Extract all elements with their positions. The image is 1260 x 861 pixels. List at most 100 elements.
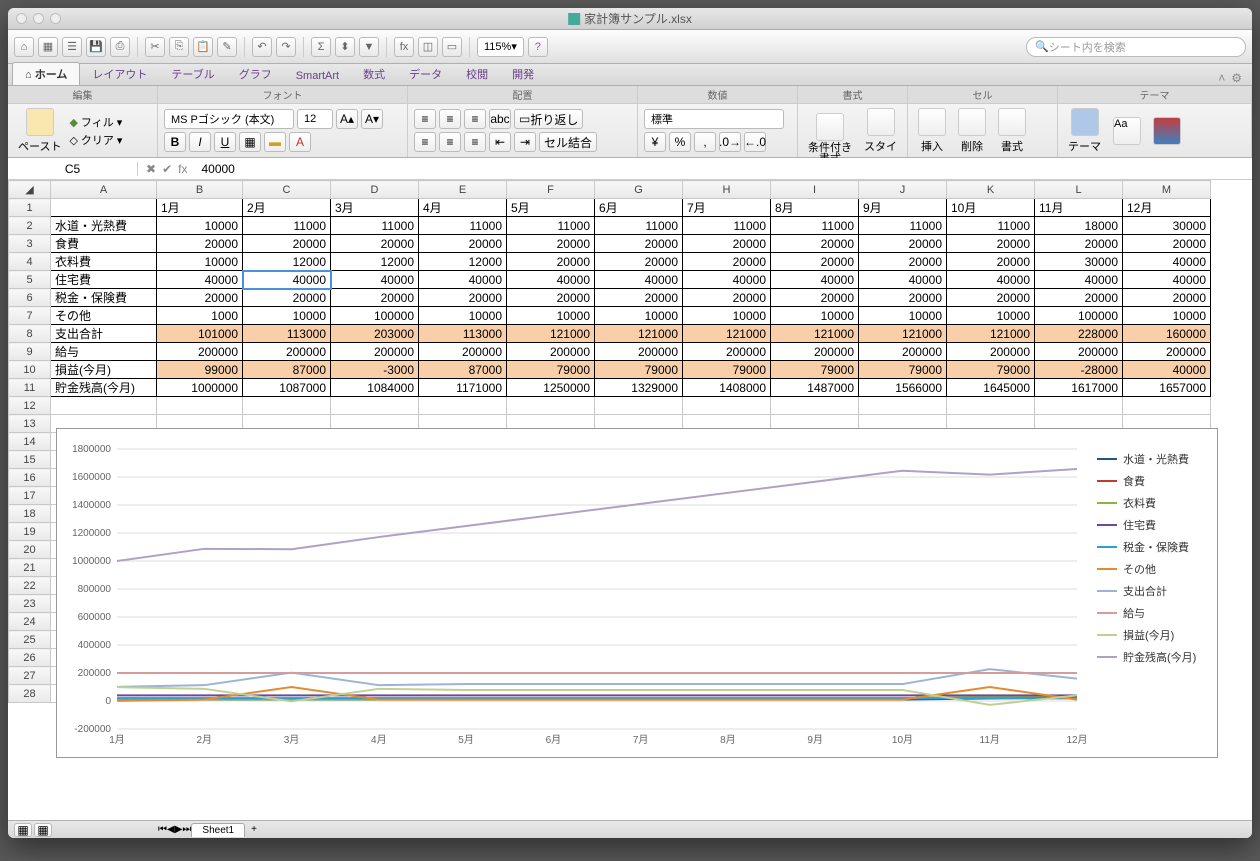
cell[interactable]: 11000 bbox=[771, 217, 859, 235]
cell[interactable]: 20000 bbox=[1123, 235, 1211, 253]
copy-icon[interactable]: ⎘ bbox=[169, 37, 189, 57]
select-all[interactable]: ◢ bbox=[9, 181, 51, 199]
cell[interactable]: 79000 bbox=[859, 361, 947, 379]
cell[interactable]: 20000 bbox=[859, 289, 947, 307]
fill-button[interactable]: フィル bbox=[81, 114, 114, 130]
font-size-select[interactable]: 12 bbox=[297, 109, 333, 129]
format-painter-icon[interactable]: ✎ bbox=[217, 37, 237, 57]
border-button[interactable]: ▦ bbox=[239, 132, 261, 152]
decrease-font-icon[interactable]: A▾ bbox=[361, 109, 383, 129]
cell[interactable]: 200000 bbox=[595, 343, 683, 361]
row-header[interactable]: 2 bbox=[9, 217, 51, 235]
cell[interactable]: 1645000 bbox=[947, 379, 1035, 397]
cell[interactable]: 12000 bbox=[243, 253, 331, 271]
nav-last-icon[interactable]: ⏭ bbox=[182, 824, 191, 835]
tab-home[interactable]: ⌂ ホーム bbox=[12, 62, 80, 85]
align-mid-icon[interactable]: ≡ bbox=[439, 109, 461, 129]
cell[interactable]: 228000 bbox=[1035, 325, 1123, 343]
merge-button[interactable]: セル結合 bbox=[539, 132, 597, 152]
col-header[interactable]: G bbox=[595, 181, 683, 199]
cell[interactable]: 40000 bbox=[243, 271, 331, 289]
cut-icon[interactable]: ✂ bbox=[145, 37, 165, 57]
cell[interactable]: 1566000 bbox=[859, 379, 947, 397]
cell[interactable]: 20000 bbox=[157, 235, 243, 253]
col-header[interactable]: C bbox=[243, 181, 331, 199]
cell[interactable]: 12000 bbox=[419, 253, 507, 271]
fx-icon[interactable]: fx bbox=[394, 37, 414, 57]
row-header[interactable]: 27 bbox=[9, 667, 51, 685]
tab-table[interactable]: テーブル bbox=[159, 63, 226, 85]
number-format-select[interactable]: 標準 bbox=[644, 109, 784, 129]
view-layout-icon[interactable]: ▦ bbox=[34, 823, 52, 837]
col-header[interactable]: K bbox=[947, 181, 1035, 199]
cell[interactable] bbox=[157, 397, 243, 415]
italic-button[interactable]: I bbox=[189, 132, 211, 152]
col-header[interactable]: L bbox=[1035, 181, 1123, 199]
cell[interactable]: 20000 bbox=[947, 253, 1035, 271]
row-header[interactable]: 8 bbox=[9, 325, 51, 343]
cell[interactable]: 20000 bbox=[771, 253, 859, 271]
row-header[interactable]: 21 bbox=[9, 559, 51, 577]
cell[interactable]: 40000 bbox=[331, 271, 419, 289]
cell[interactable] bbox=[243, 397, 331, 415]
cell[interactable] bbox=[51, 397, 157, 415]
cell[interactable]: 20000 bbox=[243, 289, 331, 307]
cell[interactable]: 10000 bbox=[1123, 307, 1211, 325]
cell[interactable]: 10000 bbox=[771, 307, 859, 325]
zoom-icon[interactable] bbox=[50, 13, 61, 24]
cell[interactable]: 99000 bbox=[157, 361, 243, 379]
cell[interactable] bbox=[1035, 397, 1123, 415]
cell[interactable]: 20000 bbox=[419, 235, 507, 253]
cell[interactable]: 18000 bbox=[1035, 217, 1123, 235]
cell[interactable] bbox=[331, 397, 419, 415]
cell[interactable]: 1084000 bbox=[331, 379, 419, 397]
cell[interactable]: 11000 bbox=[507, 217, 595, 235]
cell[interactable]: 200000 bbox=[1035, 343, 1123, 361]
cell[interactable]: 10000 bbox=[157, 217, 243, 235]
cell[interactable]: 11000 bbox=[595, 217, 683, 235]
filter-icon[interactable]: ▼ bbox=[359, 37, 379, 57]
sheet-tab[interactable]: Sheet1 bbox=[191, 823, 245, 837]
cell[interactable] bbox=[595, 397, 683, 415]
theme-color-button[interactable] bbox=[1149, 115, 1185, 147]
underline-button[interactable]: U bbox=[214, 132, 236, 152]
row-header[interactable]: 25 bbox=[9, 631, 51, 649]
tab-chart[interactable]: グラフ bbox=[227, 63, 284, 85]
print-icon[interactable]: ⎙ bbox=[110, 37, 130, 57]
cell[interactable]: 20000 bbox=[1035, 235, 1123, 253]
cell[interactable]: 20000 bbox=[331, 235, 419, 253]
cell[interactable]: 100000 bbox=[1035, 307, 1123, 325]
col-header[interactable]: H bbox=[683, 181, 771, 199]
cell[interactable]: 87000 bbox=[419, 361, 507, 379]
collapse-ribbon-icon[interactable]: ˄ bbox=[1218, 71, 1225, 85]
cell[interactable]: 20000 bbox=[507, 235, 595, 253]
col-header[interactable]: A bbox=[51, 181, 157, 199]
cell[interactable]: 121000 bbox=[507, 325, 595, 343]
formula-input[interactable]: 40000 bbox=[195, 162, 1252, 176]
indent-inc-icon[interactable]: ⇥ bbox=[514, 132, 536, 152]
name-box[interactable]: C5 bbox=[8, 162, 138, 176]
cell[interactable]: 20000 bbox=[683, 253, 771, 271]
cell[interactable]: 121000 bbox=[947, 325, 1035, 343]
close-icon[interactable] bbox=[16, 13, 27, 24]
cell[interactable]: 40000 bbox=[771, 271, 859, 289]
row-header[interactable]: 12 bbox=[9, 397, 51, 415]
cell[interactable]: 11000 bbox=[947, 217, 1035, 235]
cell[interactable]: 121000 bbox=[771, 325, 859, 343]
cell[interactable]: 11000 bbox=[331, 217, 419, 235]
tab-layout[interactable]: レイアウト bbox=[80, 63, 159, 85]
dec-inc-icon[interactable]: .0→ bbox=[719, 132, 741, 152]
insert-button[interactable]: 挿入 bbox=[914, 106, 950, 156]
delete-button[interactable]: 削除 bbox=[954, 106, 990, 156]
cell[interactable]: 20000 bbox=[1123, 289, 1211, 307]
tab-formula[interactable]: 数式 bbox=[351, 63, 397, 85]
cell[interactable]: 1171000 bbox=[419, 379, 507, 397]
row-header[interactable]: 5 bbox=[9, 271, 51, 289]
sort-icon[interactable]: ⬍ bbox=[335, 37, 355, 57]
cell[interactable]: 40000 bbox=[859, 271, 947, 289]
align-right-icon[interactable]: ≡ bbox=[464, 132, 486, 152]
new-icon[interactable]: ▦ bbox=[38, 37, 58, 57]
cell[interactable]: 20000 bbox=[331, 289, 419, 307]
clear-button[interactable]: クリア bbox=[81, 132, 114, 148]
view-normal-icon[interactable]: ▦ bbox=[14, 823, 32, 837]
